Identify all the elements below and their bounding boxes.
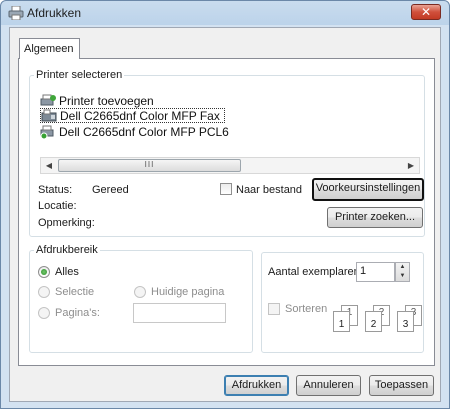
collate-checkbox[interactable] — [268, 303, 280, 315]
comment-label: Opmerking: — [38, 217, 95, 229]
window-title: Afdrukken — [27, 6, 82, 20]
tab-general[interactable]: Algemeen — [19, 38, 80, 59]
title-bar[interactable]: Afdrukken ✕ — [1, 1, 449, 25]
radio-current-page[interactable] — [134, 286, 146, 298]
close-icon: ✕ — [420, 5, 432, 19]
close-button[interactable]: ✕ — [411, 4, 441, 20]
find-printer-button[interactable]: Printer zoeken... — [327, 207, 423, 228]
printer-item-pcl6[interactable]: Dell C2665dnf Color MFP PCL6 — [40, 124, 229, 139]
printer-item-add[interactable]: Printer toevoegen — [40, 93, 154, 108]
general-tab-panel: Printer selecteren Printer toevoegen Del… — [18, 58, 435, 366]
spin-up-icon[interactable]: ▲ — [396, 263, 409, 272]
scrollbar-thumb[interactable]: III — [58, 159, 241, 172]
print-to-file-label[interactable]: Naar bestand — [236, 184, 302, 196]
copies-count-label: Aantal exemplaren: — [268, 266, 363, 278]
printer-select-legend: Printer selecteren — [36, 69, 123, 81]
print-to-file-checkbox[interactable] — [220, 183, 232, 195]
spin-down-icon[interactable]: ▼ — [396, 272, 409, 281]
print-button[interactable]: Afdrukken — [224, 375, 289, 396]
printer-item-fax[interactable]: Dell C2665dnf Color MFP Fax — [40, 108, 225, 123]
preferences-button-label: Voorkeursinstellingen — [315, 182, 421, 194]
page-range-legend: Afdrukbereik — [36, 244, 98, 256]
printer-item-label: Printer toevoegen — [59, 93, 154, 108]
page-range-group: Afdrukbereik Alles Selectie Huidige pagi… — [29, 244, 253, 353]
collate-page-front: 3 — [397, 311, 414, 332]
collate-label[interactable]: Sorteren — [285, 303, 327, 315]
radio-selection[interactable] — [38, 286, 50, 298]
cancel-button[interactable]: Annuleren — [296, 375, 361, 396]
apply-button[interactable]: Toepassen — [369, 375, 434, 396]
radio-selection-label[interactable]: Selectie — [55, 286, 94, 298]
status-label: Status: — [38, 184, 73, 196]
radio-pages-label[interactable]: Pagina's: — [55, 307, 100, 319]
print-button-label: Afdrukken — [231, 379, 282, 391]
add-printer-icon — [40, 94, 56, 105]
radio-current-page-label[interactable]: Huidige pagina — [151, 286, 224, 298]
cancel-button-label: Annuleren — [303, 379, 354, 391]
default-printer-icon — [40, 125, 54, 139]
preferences-button[interactable]: Voorkeursinstellingen — [312, 178, 424, 201]
grip-icon: III — [144, 160, 155, 169]
location-label: Locatie: — [38, 200, 77, 212]
printer-list-scrollbar[interactable]: ◀ III ▶ — [40, 157, 420, 174]
print-dialog: Afdrukken ✕ Algemeen Printer selecteren — [0, 0, 450, 409]
printer-icon — [8, 6, 24, 20]
status-value: Gereed — [92, 184, 129, 196]
printer-list: Printer toevoegen Dell C2665dnf Color MF… — [40, 93, 420, 151]
tab-general-label: Algemeen — [24, 43, 74, 55]
radio-all-label[interactable]: Alles — [55, 266, 79, 278]
fax-printer-icon — [41, 109, 57, 121]
copies-count-input[interactable]: 1 — [356, 262, 395, 282]
collate-page-front: 1 — [333, 311, 350, 332]
printer-item-label: Dell C2665dnf Color MFP Fax — [60, 108, 220, 123]
collate-page-front: 2 — [365, 311, 382, 332]
apply-button-label: Toepassen — [374, 379, 429, 391]
scroll-left-icon[interactable]: ◀ — [42, 159, 56, 172]
dialog-body: Algemeen Printer selecteren Printer toev… — [9, 27, 441, 402]
printer-item-label: Dell C2665dnf Color MFP PCL6 — [59, 124, 229, 139]
radio-all[interactable] — [38, 266, 50, 278]
printer-select-group: Printer selecteren Printer toevoegen Del… — [29, 69, 425, 237]
find-printer-button-label: Printer zoeken... — [334, 211, 416, 223]
radio-pages[interactable] — [38, 307, 50, 319]
copies-group: Aantal exemplaren: 1 ▲ ▼ Sorteren 1 1 2 … — [261, 252, 424, 353]
scroll-right-icon[interactable]: ▶ — [404, 159, 418, 172]
copies-spinner[interactable]: ▲ ▼ — [395, 262, 410, 282]
pages-input[interactable] — [133, 303, 226, 323]
